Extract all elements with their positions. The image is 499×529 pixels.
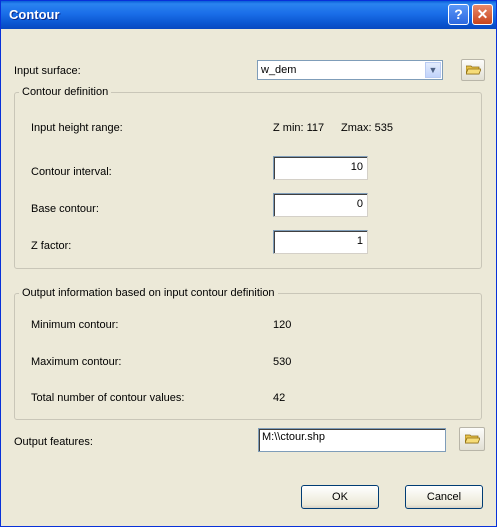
zmax-value: Zmax: 535	[341, 122, 393, 134]
contour-interval-input[interactable]: 10	[273, 156, 368, 180]
input-surface-label: Input surface:	[14, 65, 81, 77]
base-contour-input[interactable]: 0	[273, 193, 368, 217]
title-bar[interactable]: Contour ? ✕	[1, 1, 496, 29]
base-contour-value: 0	[356, 198, 363, 210]
base-contour-label: Base contour:	[31, 203, 99, 215]
minimum-contour-label: Minimum contour:	[31, 319, 119, 331]
close-icon: ✕	[476, 6, 489, 22]
contour-interval-label: Contour interval:	[31, 166, 112, 178]
output-features-value: M:\\ctour.shp	[262, 431, 325, 443]
zmin-value: Z min: 117	[273, 122, 325, 134]
close-button[interactable]: ✕	[472, 4, 493, 25]
contour-dialog: Contour ? ✕ Input surface: w_dem ▼ Conto…	[0, 0, 497, 527]
output-features-input[interactable]: M:\\ctour.shp	[258, 428, 446, 452]
contour-definition-legend: Contour definition	[22, 86, 109, 98]
chevron-down-icon[interactable]: ▼	[425, 62, 441, 78]
total-contour-values-label: Total number of contour values:	[31, 392, 185, 404]
output-information-legend: Output information based on input contou…	[22, 287, 275, 299]
open-folder-icon	[466, 65, 481, 75]
input-surface-select[interactable]: w_dem ▼	[257, 60, 443, 80]
input-surface-value: w_dem	[261, 64, 297, 76]
open-folder-icon	[465, 434, 480, 444]
minimum-contour-value: 120	[273, 319, 292, 331]
help-icon: ?	[454, 6, 463, 22]
z-factor-input[interactable]: 1	[273, 230, 368, 254]
z-factor-value: 1	[356, 235, 363, 247]
dialog-title: Contour	[9, 7, 60, 22]
output-features-browse-button[interactable]	[459, 427, 485, 451]
contour-interval-value: 10	[350, 161, 363, 173]
cancel-button[interactable]: Cancel	[405, 485, 483, 509]
input-surface-browse-button[interactable]	[461, 59, 485, 81]
z-factor-label: Z factor:	[31, 240, 72, 252]
output-features-label: Output features:	[14, 436, 93, 448]
help-button[interactable]: ?	[448, 4, 469, 25]
input-height-range-label: Input height range:	[31, 122, 123, 134]
ok-button[interactable]: OK	[301, 485, 379, 509]
maximum-contour-value: 530	[273, 356, 292, 368]
maximum-contour-label: Maximum contour:	[31, 356, 122, 368]
total-contour-values-value: 42	[273, 392, 286, 404]
